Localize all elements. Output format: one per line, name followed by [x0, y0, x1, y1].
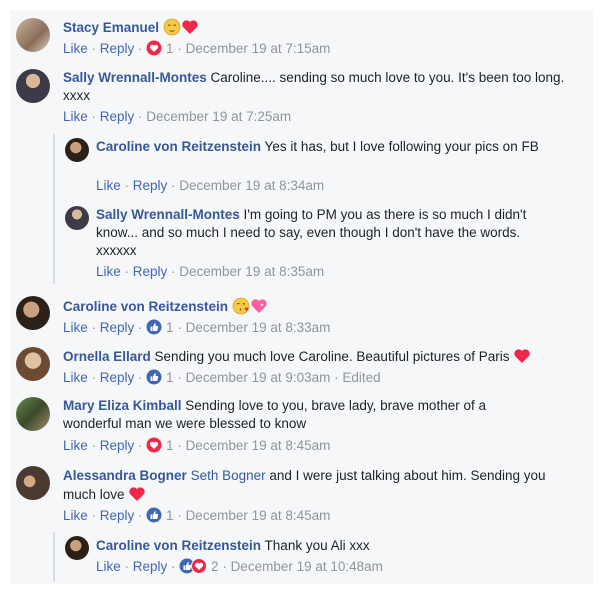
comment-text: Yes it has, but I love following your pi… [261, 139, 539, 154]
red-heart-icon [513, 347, 531, 370]
avatar[interactable] [16, 466, 50, 500]
love-reaction-icon[interactable] [146, 437, 162, 458]
timestamp[interactable]: December 19 at 8:45am [186, 508, 331, 523]
avatar[interactable] [65, 536, 89, 560]
avatar[interactable] [65, 206, 89, 230]
avatar[interactable] [16, 347, 50, 381]
like-reaction-icon[interactable] [146, 369, 162, 390]
commenter-name[interactable]: Mary Eliza Kimball [63, 398, 182, 413]
sparkling-heart-icon [250, 297, 268, 320]
timestamp[interactable]: December 19 at 7:15am [186, 41, 331, 56]
commenter-name[interactable]: Sally Wrennall-Montes [63, 70, 207, 85]
reply-link[interactable]: Reply [100, 109, 135, 124]
commenter-name[interactable]: Caroline von Reitzenstein [63, 299, 228, 314]
like-link[interactable]: Like [96, 264, 121, 279]
avatar[interactable] [16, 69, 50, 103]
like-link[interactable]: Like [63, 370, 88, 385]
love-reaction-icon[interactable] [191, 558, 208, 579]
timestamp[interactable]: December 19 at 8:35am [179, 264, 324, 279]
reaction-count[interactable]: 2 [211, 559, 219, 574]
like-link[interactable]: Like [63, 41, 88, 56]
reply-link[interactable]: Reply [100, 370, 135, 385]
reply-link[interactable]: Reply [133, 178, 168, 193]
like-link[interactable]: Like [63, 109, 88, 124]
commenter-name[interactable]: Ornella Ellard [63, 349, 151, 364]
timestamp[interactable]: December 19 at 7:25am [146, 109, 291, 124]
reaction-count[interactable]: 1 [166, 438, 174, 453]
reply-thread-line [53, 134, 55, 284]
love-reaction-icon[interactable] [146, 40, 162, 61]
like-link[interactable]: Like [63, 320, 88, 335]
comment-text: Thank you Ali xxx [261, 538, 370, 553]
commenter-name[interactable]: Sally Wrennall-Montes [96, 207, 240, 222]
avatar[interactable] [65, 138, 89, 162]
reply-link[interactable]: Reply [133, 264, 168, 279]
timestamp[interactable]: December 19 at 9:03am [186, 370, 331, 385]
like-reaction-icon[interactable] [146, 319, 162, 340]
reaction-count[interactable]: 1 [166, 320, 174, 335]
like-reaction-icon[interactable] [146, 507, 162, 528]
commenter-name[interactable]: Alessandra Bogner [63, 468, 187, 483]
timestamp[interactable]: December 19 at 8:45am [186, 438, 331, 453]
edited-label[interactable]: Edited [342, 370, 380, 385]
like-link[interactable]: Like [96, 559, 121, 574]
timestamp[interactable]: December 19 at 8:33am [186, 320, 331, 335]
reaction-count[interactable]: 1 [166, 370, 174, 385]
timestamp[interactable]: December 19 at 8:34am [179, 178, 324, 193]
commenter-name[interactable]: Caroline von Reitzenstein [96, 139, 261, 154]
avatar[interactable] [16, 397, 50, 431]
reply-link[interactable]: Reply [100, 320, 135, 335]
reply-link[interactable]: Reply [133, 559, 168, 574]
like-link[interactable]: Like [63, 508, 88, 523]
comment-text: Sending you much love Caroline. Beautifu… [150, 349, 510, 364]
red-heart-icon [181, 18, 199, 41]
reaction-count[interactable]: 1 [166, 41, 174, 56]
commenter-name[interactable]: Caroline von Reitzenstein [96, 538, 261, 553]
reply-link[interactable]: Reply [100, 508, 135, 523]
commenter-name[interactable]: Stacy Emanuel [63, 20, 159, 35]
like-link[interactable]: Like [96, 178, 121, 193]
red-heart-icon [128, 485, 146, 508]
timestamp[interactable]: December 19 at 10:48am [231, 559, 383, 574]
comments-panel: Stacy Emanuel Like · Reply · 1 · Decembe… [10, 10, 593, 584]
reaction-count[interactable]: 1 [166, 508, 174, 523]
like-link[interactable]: Like [63, 438, 88, 453]
relieved-face-icon [163, 18, 181, 41]
reply-thread-line [53, 532, 55, 582]
reply-link[interactable]: Reply [100, 438, 135, 453]
avatar[interactable] [16, 18, 50, 52]
mention-link[interactable]: Seth Bogner [191, 468, 266, 483]
face-blowing-kiss-icon [232, 297, 250, 320]
avatar[interactable] [16, 296, 50, 330]
reply-link[interactable]: Reply [100, 41, 135, 56]
